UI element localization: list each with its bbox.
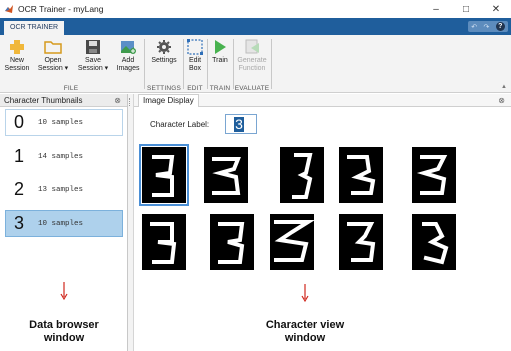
new-session-button[interactable]: New Session [2, 39, 32, 73]
thumbnail-digit: 2 [13, 179, 24, 199]
file-group-label: FILE [63, 85, 79, 92]
thumbnail-count: 10 samples [38, 118, 84, 127]
window-title: OCR Trainer - myLang [18, 4, 104, 14]
thumbnail-digit: 1 [13, 146, 24, 166]
data-browser-panel: Character Thumbnails ⊗ 0 10 samples 1 14… [0, 94, 128, 351]
character-sample[interactable] [412, 147, 456, 203]
toolstrip: New Session Open Session ▾ Save Session … [0, 35, 511, 93]
thumbnail-digit: 3 [13, 213, 24, 233]
collapse-ribbon-icon[interactable]: ▲ [501, 84, 507, 90]
thumbnail-item[interactable]: 1 14 samples [5, 143, 123, 170]
edit-group: Edit Box EDIT [184, 37, 206, 92]
character-sample[interactable] [139, 144, 189, 206]
settings-group: Settings SETTINGS [146, 37, 182, 92]
undo-icon[interactable]: ↶ [471, 23, 477, 31]
character-view-panel: Image Display ⊗ Character Label: 3 [134, 94, 511, 351]
open-session-button[interactable]: Open Session ▾ [36, 39, 70, 73]
character-sample[interactable] [270, 214, 314, 270]
train-button[interactable]: Train [209, 39, 231, 65]
generate-function-icon [245, 39, 259, 54]
thumbnail-count: 14 samples [38, 152, 84, 161]
train-group: Train TRAIN [208, 37, 232, 92]
open-folder-icon [44, 41, 62, 54]
character-sample[interactable] [204, 147, 248, 203]
title-bar: OCR Trainer - myLang – □ ✕ [0, 0, 511, 18]
settings-button[interactable]: Settings [148, 39, 180, 65]
thumbnail-count: 10 samples [38, 219, 84, 228]
save-session-button[interactable]: Save Session ▾ [76, 39, 110, 73]
close-panel-icon[interactable]: ⊗ [114, 94, 121, 107]
generate-function-button[interactable]: Generate Function [235, 39, 269, 73]
quick-access-toolbar: ↶ ↷ ? [468, 21, 508, 32]
character-sample[interactable] [210, 214, 254, 270]
file-group: New Session Open Session ▾ Save Session … [0, 37, 142, 92]
evaluate-group: Generate Function EVALUATE [234, 37, 270, 92]
data-browser-annotation: Data browser window [29, 319, 99, 344]
character-sample[interactable] [142, 214, 186, 270]
gear-icon [157, 40, 171, 54]
character-label-caption: Character Label: [150, 119, 210, 129]
panel-title: Character Thumbnails [4, 96, 83, 105]
help-icon[interactable]: ? [495, 22, 505, 31]
down-arrow-icon [301, 284, 309, 303]
panel-header: Character Thumbnails ⊗ [0, 94, 127, 107]
close-button[interactable]: ✕ [481, 0, 511, 18]
add-images-button[interactable]: Add Images [114, 39, 142, 73]
minimize-button[interactable]: – [421, 0, 451, 18]
matlab-app-icon [4, 4, 14, 14]
character-sample[interactable] [412, 214, 456, 270]
maximize-button[interactable]: □ [451, 0, 481, 18]
character-sample[interactable] [339, 147, 383, 203]
ribbon-tab-strip: OCR TRAINER ↶ ↷ ? [0, 18, 511, 35]
image-display-tabbar: Image Display ⊗ [134, 94, 511, 107]
close-panel-icon[interactable]: ⊗ [498, 94, 505, 107]
add-images-icon [121, 41, 136, 54]
character-sample[interactable] [339, 214, 383, 270]
redo-icon[interactable]: ↷ [483, 23, 489, 31]
down-arrow-icon [60, 282, 68, 301]
evaluate-group-label: EVALUATE [234, 85, 270, 92]
thumbnail-count: 13 samples [38, 185, 84, 194]
character-label-input[interactable]: 3 [225, 114, 258, 134]
character-sample[interactable] [280, 147, 324, 203]
settings-group-label: SETTINGS [146, 85, 182, 92]
character-label-row: Character Label: 3 [150, 114, 258, 134]
save-floppy-icon [86, 40, 100, 54]
thumbnail-item[interactable]: 0 10 samples [5, 109, 123, 136]
tab-image-display[interactable]: Image Display [138, 94, 199, 107]
thumbnail-digit: 0 [13, 112, 24, 132]
edit-box-icon [187, 39, 203, 55]
new-session-icon [10, 40, 24, 54]
thumbnail-item-selected[interactable]: 3 10 samples [5, 210, 123, 237]
thumbnail-item[interactable]: 2 13 samples [5, 176, 123, 203]
edit-box-button[interactable]: Edit Box [185, 39, 205, 73]
edit-group-label: EDIT [187, 85, 203, 92]
train-play-icon [215, 40, 226, 54]
tab-ocr-trainer[interactable]: OCR TRAINER [4, 21, 65, 35]
train-group-label: TRAIN [209, 85, 231, 92]
character-view-annotation: Character view window [265, 319, 345, 344]
